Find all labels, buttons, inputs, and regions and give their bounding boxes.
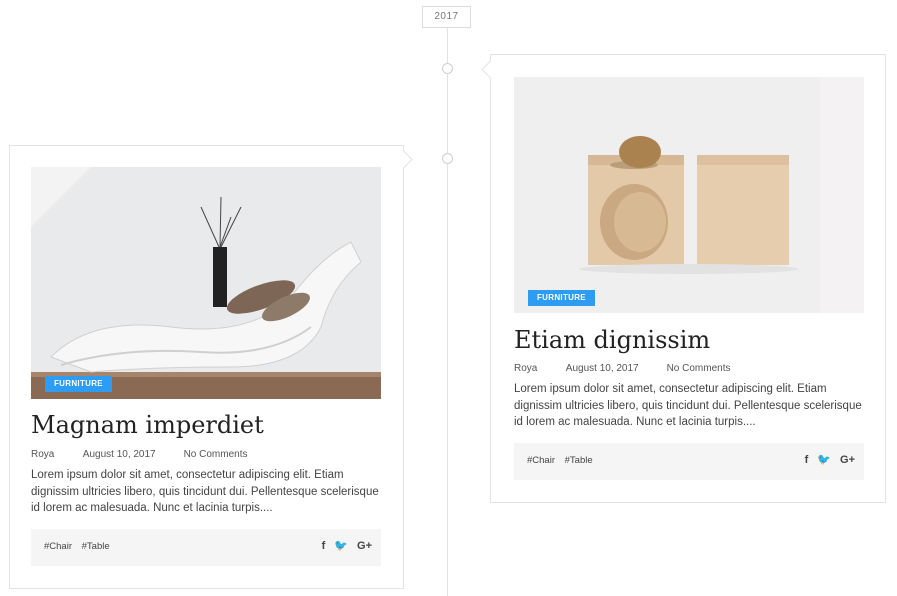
post-footer: #Chair #Table f 🐦 G+ (514, 443, 864, 480)
tag-link[interactable]: #Chair (527, 455, 555, 466)
category-badge[interactable]: FURNITURE (528, 290, 595, 306)
tag-link[interactable]: #Chair (44, 541, 72, 552)
post-comments[interactable]: No Comments (184, 449, 248, 460)
google-plus-icon[interactable]: G+ (840, 454, 855, 466)
post-thumbnail[interactable]: FURNITURE (31, 167, 381, 399)
post-date[interactable]: August 10, 2017 (566, 363, 664, 374)
category-badge[interactable]: FURNITURE (45, 376, 112, 392)
timeline-year-badge: 2017 (422, 6, 471, 28)
post-meta: Roya August 10, 2017 No Comments (31, 449, 247, 460)
post-date[interactable]: August 10, 2017 (83, 449, 181, 460)
twitter-icon[interactable]: 🐦 (817, 453, 831, 466)
post-author[interactable]: Roya (514, 363, 563, 374)
card-pointer (481, 60, 500, 79)
google-plus-icon[interactable]: G+ (357, 540, 372, 552)
post-thumbnail[interactable]: FURNITURE (514, 77, 864, 313)
timeline-dot (442, 63, 453, 74)
facebook-icon[interactable]: f (322, 540, 326, 552)
post-title[interactable]: Magnam imperdiet (31, 411, 264, 439)
tag-link[interactable]: #Table (82, 541, 110, 552)
post-card: FURNITURE Magnam imperdiet Roya August 1… (9, 145, 413, 589)
card-pointer (394, 150, 413, 169)
post-excerpt: Lorem ipsum dolor sit amet, consectetur … (31, 469, 379, 514)
post-tags: #Chair #Table (44, 541, 117, 552)
tag-link[interactable]: #Table (565, 455, 593, 466)
twitter-icon[interactable]: 🐦 (334, 539, 348, 552)
timeline-dot (442, 153, 453, 164)
post-card: FURNITURE Etiam dignissim Roya August 10… (481, 54, 886, 503)
post-comments[interactable]: No Comments (667, 363, 731, 374)
post-title[interactable]: Etiam dignissim (514, 326, 710, 354)
share-links: f 🐦 G+ (322, 539, 372, 553)
post-tags: #Chair #Table (527, 455, 600, 466)
timeline-line (447, 28, 448, 596)
facebook-icon[interactable]: f (805, 454, 809, 466)
share-links: f 🐦 G+ (805, 453, 855, 467)
post-excerpt: Lorem ipsum dolor sit amet, consectetur … (514, 383, 862, 428)
post-author[interactable]: Roya (31, 449, 80, 460)
post-meta: Roya August 10, 2017 No Comments (514, 363, 730, 374)
post-footer: #Chair #Table f 🐦 G+ (31, 529, 381, 566)
